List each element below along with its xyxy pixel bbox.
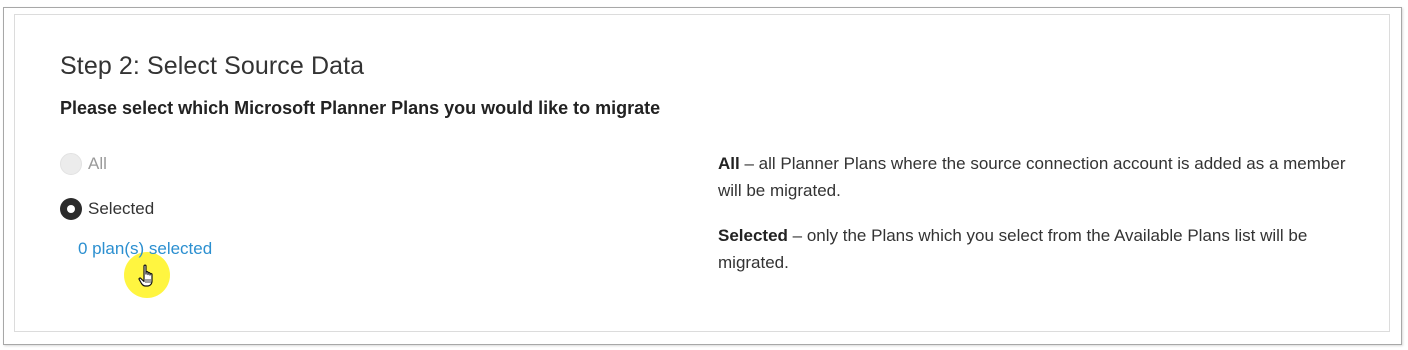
radio-all[interactable] bbox=[60, 153, 82, 175]
radio-all-label: All bbox=[88, 154, 107, 173]
radio-option-selected[interactable]: Selected bbox=[60, 198, 154, 220]
description-selected-text: – only the Plans which you select from t… bbox=[718, 226, 1308, 272]
radio-selected-label: Selected bbox=[88, 199, 155, 218]
description-all-text: – all Planner Plans where the source con… bbox=[718, 154, 1346, 200]
step-title: Step 2: Select Source Data bbox=[60, 52, 365, 80]
description-all: All – all Planner Plans where the source… bbox=[718, 150, 1348, 204]
hand-pointer-icon bbox=[138, 264, 153, 287]
description-selected: Selected – only the Plans which you sele… bbox=[718, 222, 1348, 276]
plans-selected-link[interactable]: 0 plan(s) selected bbox=[78, 239, 212, 259]
radio-selected[interactable] bbox=[60, 198, 82, 220]
description-selected-term: Selected bbox=[718, 226, 788, 245]
radio-option-all[interactable]: All bbox=[60, 153, 107, 175]
description-all-term: All bbox=[718, 154, 740, 173]
step-subtitle: Please select which Microsoft Planner Pl… bbox=[60, 98, 661, 118]
